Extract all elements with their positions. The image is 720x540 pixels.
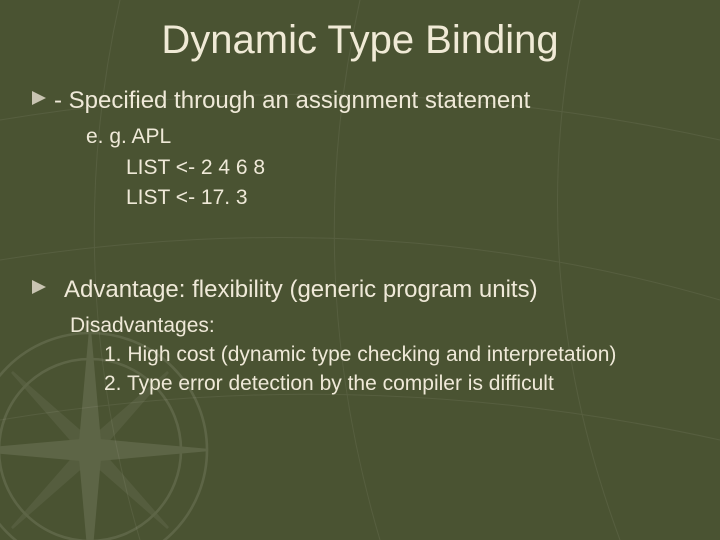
bullet-1-example-label: e. g. APL [86, 122, 690, 152]
bullet-2: Advantage: flexibility (generic program … [30, 274, 690, 305]
bullet-1: - Specified through an assignment statem… [30, 85, 690, 116]
bullet-1-example-line-1: LIST <- 2 4 6 8 [126, 153, 690, 183]
triangle-bullet-icon [30, 89, 48, 112]
disadvantage-2: 2. Type error detection by the compiler … [104, 369, 690, 398]
bullet-1-example-line-2: LIST <- 17. 3 [126, 183, 690, 213]
triangle-bullet-icon [30, 278, 48, 301]
bullet-2-text: Advantage: flexibility (generic program … [64, 274, 538, 305]
bullet-1-text: - Specified through an assignment statem… [54, 85, 530, 116]
disadvantage-1: 1. High cost (dynamic type checking and … [104, 340, 690, 369]
slide-body: - Specified through an assignment statem… [0, 63, 720, 399]
slide-title: Dynamic Type Binding [0, 0, 720, 63]
slide: N Dynamic Type Binding - Specified throu… [0, 0, 720, 540]
disadvantages-heading: Disadvantages: [70, 311, 690, 340]
